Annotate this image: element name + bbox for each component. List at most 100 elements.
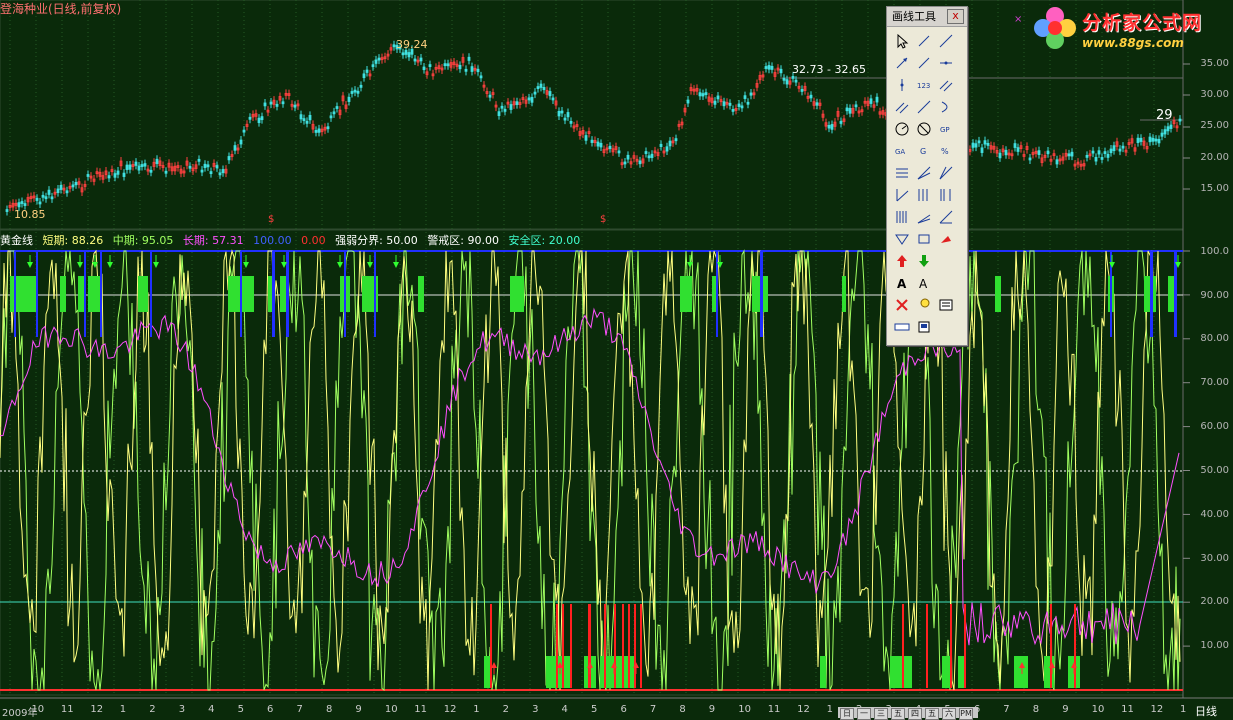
flower-logo-icon: [1034, 7, 1076, 49]
text-a-icon[interactable]: A: [892, 273, 912, 293]
period-button[interactable]: 五: [925, 708, 939, 720]
g-icon[interactable]: G: [914, 141, 934, 161]
bars-icon[interactable]: [892, 207, 912, 227]
candle: [854, 104, 858, 108]
gann-line-icon[interactable]: [892, 185, 912, 205]
candle: [227, 156, 231, 161]
circle-icon[interactable]: [892, 119, 912, 139]
candle: [35, 197, 39, 201]
segment-icon[interactable]: [914, 53, 934, 73]
blank2-icon[interactable]: [936, 273, 956, 293]
candle: [17, 202, 21, 208]
candle: [458, 64, 462, 70]
hline-icon[interactable]: [936, 53, 956, 73]
arc-icon[interactable]: [936, 97, 956, 117]
warning-block: [680, 276, 692, 312]
indicator-axis-label: 90.00: [1200, 290, 1229, 301]
rect-icon[interactable]: [914, 229, 934, 249]
period-lines-icon[interactable]: [914, 185, 934, 205]
period-button[interactable]: 一: [857, 708, 871, 720]
x-axis-label: 6: [267, 704, 274, 715]
text-lines-icon[interactable]: [892, 163, 912, 183]
candle: [647, 155, 651, 159]
low-price-label: 10.85: [14, 208, 46, 221]
chart-canvas[interactable]: ×: [0, 0, 1233, 718]
warning-block: [88, 276, 100, 312]
indicator-axis-label: 60.00: [1200, 421, 1229, 432]
candle: [779, 68, 783, 74]
ga-icon[interactable]: GA: [892, 141, 912, 161]
parallel-icon[interactable]: [936, 75, 956, 95]
ruler-icon[interactable]: [892, 317, 912, 337]
gp-icon[interactable]: GP: [936, 119, 956, 139]
period-button[interactable]: 三: [874, 708, 888, 720]
candle: [1112, 145, 1116, 152]
cursor-icon[interactable]: [892, 31, 912, 51]
down-arrow-icon[interactable]: [914, 251, 934, 271]
indicator-axis-label: 10.00: [1200, 640, 1229, 651]
candle: [392, 44, 396, 48]
ray-icon[interactable]: [936, 31, 956, 51]
warning-block: [510, 276, 524, 312]
period-button[interactable]: 五: [891, 708, 905, 720]
candle: [983, 140, 987, 145]
range-price-label: 32.73 - 32.65: [792, 63, 866, 76]
x-axis-label: 2: [149, 704, 156, 715]
cross-circle-icon[interactable]: [914, 119, 934, 139]
percent-icon[interactable]: %: [936, 141, 956, 161]
x-axis-label: 8: [1032, 704, 1040, 715]
period-button[interactable]: 四: [908, 708, 922, 720]
candle: [827, 125, 831, 129]
up-arrow-icon[interactable]: [892, 251, 912, 271]
upper-bound-value: 100.00: [253, 234, 292, 247]
toolbox-title[interactable]: 画线工具 x: [887, 7, 967, 27]
candle: [113, 173, 117, 178]
toolbox-close-button[interactable]: x: [947, 9, 964, 24]
fib-label-icon[interactable]: 123: [914, 75, 934, 95]
bulb-icon[interactable]: [914, 295, 934, 315]
drawing-toolbox[interactable]: 画线工具 x 123 GP GA G% A A: [886, 6, 968, 346]
candle: [1178, 118, 1182, 122]
save-icon[interactable]: [914, 317, 934, 337]
delete-icon[interactable]: [892, 295, 912, 315]
list-icon[interactable]: [936, 295, 956, 315]
safe-bar: [926, 604, 928, 688]
warning-bar: [1150, 251, 1153, 337]
candle: [314, 130, 318, 133]
fan-icon[interactable]: [914, 163, 934, 183]
fan2-icon[interactable]: [936, 163, 956, 183]
safe-bar: [588, 604, 591, 688]
trend-icon[interactable]: [914, 97, 934, 117]
channel-icon[interactable]: [892, 97, 912, 117]
safe-bar: [570, 604, 572, 688]
warning-block: [418, 276, 424, 312]
x-axis-label: 1: [119, 704, 127, 715]
down-arrow-marker: [337, 262, 343, 268]
x-axis-label: 7: [649, 704, 657, 715]
candle: [1166, 126, 1170, 132]
period-button[interactable]: 日: [840, 708, 854, 720]
candle: [974, 143, 978, 148]
candle: [215, 165, 219, 169]
vline-icon[interactable]: [892, 75, 912, 95]
period-button[interactable]: 六: [942, 708, 956, 720]
period-label[interactable]: 日线: [1195, 703, 1217, 719]
blank-icon[interactable]: [936, 251, 956, 271]
triangle-icon[interactable]: [892, 229, 912, 249]
text-a2-icon[interactable]: A: [914, 273, 934, 293]
safe-value: 安全区: 20.00: [508, 234, 581, 247]
red-flag-icon[interactable]: [936, 229, 956, 249]
angle2-icon[interactable]: [936, 207, 956, 227]
candle: [71, 184, 75, 188]
angle-icon[interactable]: [914, 207, 934, 227]
logo-text: 分析家公式网: [1082, 12, 1203, 34]
speed-lines-icon[interactable]: [936, 185, 956, 205]
candle: [698, 92, 702, 97]
period-button[interactable]: PM: [959, 708, 973, 720]
candle: [791, 75, 795, 79]
candle: [1157, 138, 1161, 144]
arrow-line-icon[interactable]: [892, 53, 912, 73]
candle: [443, 63, 447, 67]
line-icon[interactable]: [914, 31, 934, 51]
candle: [326, 126, 330, 130]
